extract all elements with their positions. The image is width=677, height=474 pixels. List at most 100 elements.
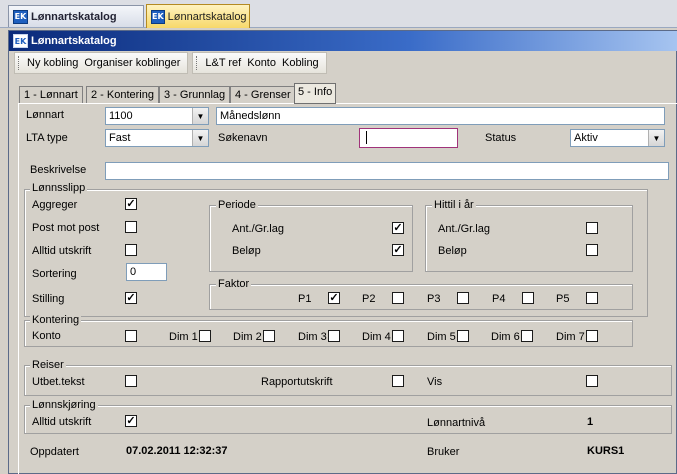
hittil-title: Hittil i år xyxy=(432,199,476,211)
oppdatert-value: 07.02.2011 12:32:37 xyxy=(126,445,228,457)
toolbar-grip-icon[interactable] xyxy=(196,56,199,70)
sortering-label: Sortering xyxy=(32,268,77,280)
lonnsslipp-title: Lønnsslipp xyxy=(30,182,88,194)
tab-grenser[interactable]: 4 - Grenser xyxy=(230,86,296,103)
document-tab-lonnartskatalog-2[interactable]: EK Lønnartskatalog xyxy=(146,4,250,28)
lonnart-select[interactable]: 1100 ▼ xyxy=(105,107,209,125)
status-label: Status xyxy=(485,132,517,144)
periode-belop-checkbox[interactable]: ✓ xyxy=(392,244,404,256)
kobling-button[interactable]: Kobling xyxy=(279,57,322,69)
document-tab-label: Lønnartskatalog xyxy=(31,10,117,23)
konto-button[interactable]: Konto xyxy=(244,57,279,69)
lonnart-select-value: 1100 xyxy=(109,110,133,122)
utbet-tekst-checkbox[interactable] xyxy=(125,375,137,387)
lta-type-label: LTA type xyxy=(26,132,68,144)
kontering-dim5-checkbox[interactable] xyxy=(457,330,469,342)
kontering-dim7-checkbox[interactable] xyxy=(586,330,598,342)
vis-checkbox[interactable] xyxy=(586,375,598,387)
stilling-checkbox[interactable]: ✓ xyxy=(125,292,137,304)
tab-lonnart[interactable]: 1 - Lønnart xyxy=(19,86,83,103)
kontering-dim1-checkbox[interactable] xyxy=(199,330,211,342)
alltid-utskrift-label: Alltid utskrift xyxy=(32,245,92,257)
faktor-p3-label: P3 xyxy=(427,293,441,305)
kontering-dim7-label: Dim 7 xyxy=(556,331,585,343)
hittil-ant-checkbox[interactable] xyxy=(586,222,598,234)
bruker-label: Bruker xyxy=(427,446,460,458)
ek-logo-icon: EK xyxy=(13,9,28,24)
oppdatert-label: Oppdatert xyxy=(30,446,79,458)
lonnart-name-field[interactable]: Månedslønn xyxy=(216,107,665,125)
reiser-title: Reiser xyxy=(30,359,66,371)
beskrivelse-input[interactable] xyxy=(105,162,669,180)
toolbar-group-ref: L&T ref Konto Kobling xyxy=(192,52,327,74)
hittil-belop-checkbox[interactable] xyxy=(586,244,598,256)
lonnskjoring-alltid-label: Alltid utskrift xyxy=(32,416,92,428)
faktor-p2-label: P2 xyxy=(362,293,376,305)
window-titlebar: EK Lønnartskatalog xyxy=(9,31,677,51)
document-tab-lonnartskatalog-1[interactable]: EK Lønnartskatalog xyxy=(8,5,144,27)
organiser-koblinger-button[interactable]: Organiser koblinger xyxy=(81,57,183,69)
kontering-dim4-label: Dim 4 xyxy=(362,331,391,343)
lonnartniva-value: 1 xyxy=(587,416,594,428)
periode-group xyxy=(209,205,413,272)
hittil-group xyxy=(425,205,633,272)
lonnskjoring-title: Lønnskjøring xyxy=(30,399,98,411)
rapportutskrift-checkbox[interactable] xyxy=(392,375,404,387)
ek-logo-icon: EK xyxy=(13,34,28,48)
kontering-konto-label: Konto xyxy=(32,330,61,342)
faktor-p4-checkbox[interactable] xyxy=(522,292,534,304)
sortering-input[interactable]: 0 xyxy=(126,263,167,281)
lta-type-select[interactable]: Fast ▼ xyxy=(105,129,209,147)
kontering-dim6-label: Dim 6 xyxy=(491,331,520,343)
post-mot-post-checkbox[interactable] xyxy=(125,221,137,233)
lonnartniva-label: Lønnartnivå xyxy=(427,417,486,429)
status-select[interactable]: Aktiv ▼ xyxy=(570,129,665,147)
sokenavn-input[interactable] xyxy=(359,128,458,148)
reiser-group xyxy=(24,365,672,396)
kontering-dim3-label: Dim 3 xyxy=(298,331,327,343)
post-mot-post-label: Post mot post xyxy=(32,222,100,234)
toolbar-group-kobling: Ny kobling Organiser koblinger xyxy=(14,52,189,74)
alltid-utskrift-checkbox[interactable] xyxy=(125,244,137,256)
aggreger-label: Aggreger xyxy=(32,199,78,211)
chevron-down-icon[interactable]: ▼ xyxy=(648,130,664,146)
faktor-p1-label: P1 xyxy=(298,293,312,305)
kontering-dim6-checkbox[interactable] xyxy=(521,330,533,342)
beskrivelse-label: Beskrivelse xyxy=(30,164,87,176)
faktor-p2-checkbox[interactable] xyxy=(392,292,404,304)
window-title: Lønnartskatalog xyxy=(31,35,117,47)
toolbar-grip-icon[interactable] xyxy=(18,56,21,70)
lonnart-label: Lønnart xyxy=(26,109,64,121)
lonnskjoring-alltid-checkbox[interactable]: ✓ xyxy=(125,415,137,427)
kontering-dim4-checkbox[interactable] xyxy=(392,330,404,342)
tab-grunnlag[interactable]: 3 - Grunnlag xyxy=(159,86,231,103)
lt-ref-button[interactable]: L&T ref xyxy=(202,57,244,69)
lta-type-select-value: Fast xyxy=(109,132,131,144)
periode-title: Periode xyxy=(216,199,258,211)
hittil-ant-label: Ant./Gr.lag xyxy=(438,223,490,235)
status-select-value: Aktiv xyxy=(574,132,598,144)
aggreger-checkbox[interactable]: ✓ xyxy=(125,198,137,210)
chevron-down-icon[interactable]: ▼ xyxy=(192,108,208,124)
periode-ant-checkbox[interactable]: ✓ xyxy=(392,222,404,234)
document-tab-label: Lønnartskatalog xyxy=(167,10,247,23)
sokenavn-label: Søkenavn xyxy=(218,132,268,144)
kontering-dim2-checkbox[interactable] xyxy=(263,330,275,342)
vis-label: Vis xyxy=(427,376,443,388)
faktor-p5-checkbox[interactable] xyxy=(586,292,598,304)
kontering-dim1-label: Dim 1 xyxy=(169,331,198,343)
chevron-down-icon[interactable]: ▼ xyxy=(192,130,208,146)
bruker-value: KURS1 xyxy=(587,445,625,457)
faktor-p1-checkbox[interactable]: ✓ xyxy=(328,292,340,304)
kontering-konto-checkbox[interactable] xyxy=(125,330,137,342)
ny-kobling-button[interactable]: Ny kobling xyxy=(24,57,81,69)
text-cursor xyxy=(366,131,367,144)
stilling-label: Stilling xyxy=(32,293,65,305)
tab-info[interactable]: 5 - Info xyxy=(294,83,337,104)
tab-kontering[interactable]: 2 - Kontering xyxy=(86,86,159,103)
faktor-p3-checkbox[interactable] xyxy=(457,292,469,304)
lonnskjoring-group xyxy=(24,405,672,434)
kontering-dim3-checkbox[interactable] xyxy=(328,330,340,342)
periode-ant-label: Ant./Gr.lag xyxy=(232,223,284,235)
hittil-belop-label: Beløp xyxy=(438,245,467,257)
